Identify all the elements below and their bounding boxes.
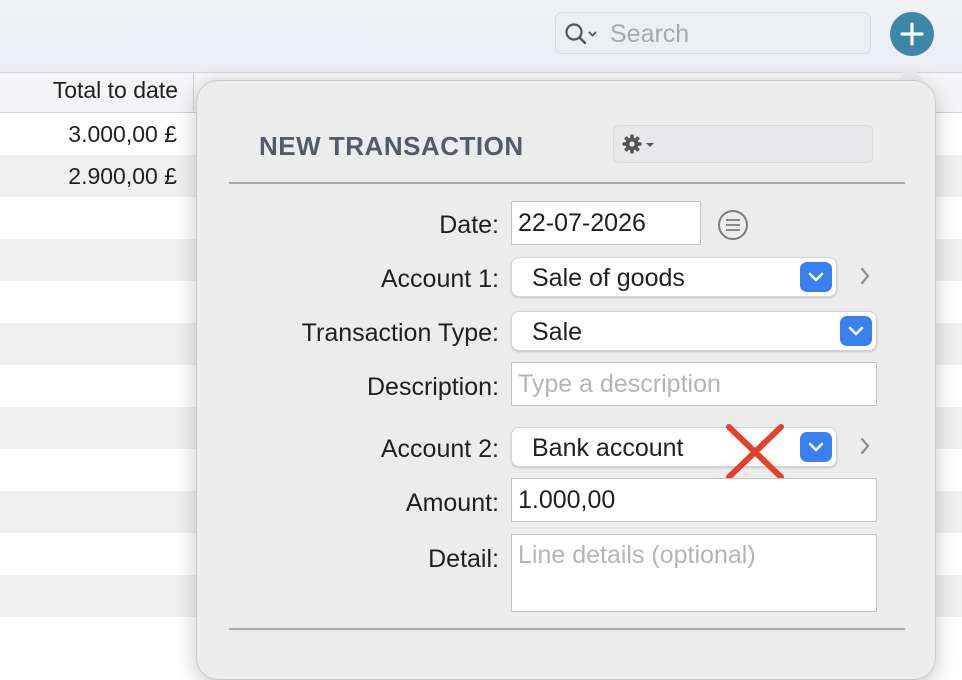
chevron-right-icon[interactable] [857, 265, 873, 287]
description-input[interactable] [518, 369, 870, 399]
date-label: Date: [439, 211, 499, 239]
transaction-type-label: Transaction Type: [301, 319, 499, 347]
transaction-type-dropdown-button[interactable] [840, 316, 872, 346]
plus-icon [900, 22, 924, 46]
account1-select[interactable]: Sale of goods [511, 257, 837, 297]
date-field[interactable] [511, 201, 701, 245]
column-divider[interactable] [193, 73, 194, 111]
account2-value: Bank account [532, 434, 684, 462]
account2-select[interactable]: Bank account [511, 427, 837, 467]
transaction-type-select[interactable]: Sale [511, 311, 877, 351]
bottom-divider [229, 628, 905, 630]
amount-field[interactable] [511, 478, 877, 522]
chevron-down-icon [848, 326, 864, 336]
account2-dropdown-button[interactable] [800, 432, 832, 462]
chevron-down-icon [808, 272, 824, 282]
account2-label: Account 2: [380, 435, 499, 463]
detail-field[interactable] [511, 534, 877, 612]
column-header-total-to-date[interactable]: Total to date [53, 77, 178, 104]
list-icon[interactable] [717, 209, 749, 241]
account1-value: Sale of goods [532, 264, 685, 292]
detail-label: Detail: [428, 545, 499, 573]
add-transaction-button[interactable] [890, 12, 934, 56]
description-field[interactable] [511, 362, 877, 406]
chevron-down-icon [808, 442, 824, 452]
total-cell: 2.900,00 £ [68, 163, 177, 189]
transaction-type-value: Sale [532, 318, 583, 346]
magnifier-icon[interactable] [564, 22, 604, 48]
new-transaction-popover: NEW TRANSACTION Date: Account 1: Sale of… [196, 80, 936, 680]
chevron-right-icon[interactable] [857, 435, 873, 457]
window-toolbar [0, 0, 962, 73]
description-label: Description: [367, 373, 499, 401]
gear-icon [622, 134, 654, 154]
amount-label: Amount: [405, 489, 499, 517]
total-cell: 3.000,00 £ [68, 121, 177, 147]
red-x-annotation-icon [726, 424, 784, 480]
detail-textarea[interactable] [518, 541, 870, 605]
account1-label: Account 1: [380, 265, 499, 293]
date-input[interactable] [518, 208, 694, 238]
chevron-down-icon [646, 143, 654, 147]
search-input[interactable] [608, 19, 862, 49]
amount-input[interactable] [518, 485, 870, 515]
popover-title: NEW TRANSACTION [259, 131, 524, 161]
title-divider [229, 182, 905, 184]
actions-menu-button[interactable] [613, 125, 873, 163]
search-field[interactable] [555, 12, 871, 54]
account1-dropdown-button[interactable] [800, 262, 832, 292]
